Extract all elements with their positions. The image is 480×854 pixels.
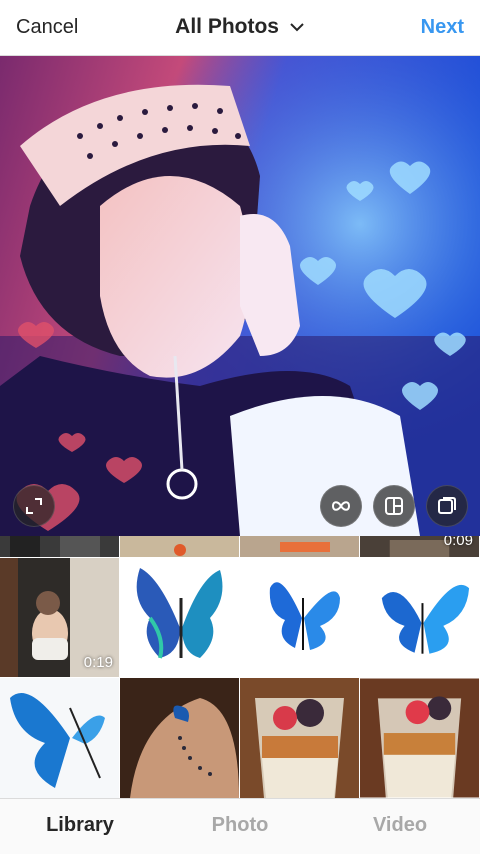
top-bar: Cancel All Photos Next (0, 0, 480, 56)
preview-image (0, 56, 480, 536)
grid-thumbnail[interactable] (0, 536, 119, 557)
boomerang-icon (331, 501, 351, 511)
mode-tab-bar: Library Photo Video (0, 798, 480, 854)
tab-library[interactable]: Library (0, 814, 160, 837)
grid-thumbnail[interactable] (240, 558, 359, 677)
grid-thumbnail-video[interactable]: 0:19 (0, 558, 119, 677)
expand-icon (26, 498, 42, 514)
album-selector[interactable]: All Photos (0, 15, 480, 39)
tab-photo[interactable]: Photo (160, 814, 320, 837)
grid-thumbnail[interactable] (360, 678, 479, 798)
grid-thumbnail[interactable] (0, 678, 119, 798)
grid-thumbnail[interactable]: 0:09 (360, 536, 479, 557)
photo-preview[interactable] (0, 56, 480, 536)
layout-icon (385, 497, 403, 515)
album-title: All Photos (175, 15, 279, 38)
grid-thumbnail[interactable] (120, 536, 239, 557)
grid-thumbnail[interactable] (360, 558, 479, 677)
grid-thumbnail[interactable] (240, 678, 359, 798)
tab-video[interactable]: Video (320, 814, 480, 837)
multi-select-icon (438, 497, 456, 514)
next-button[interactable]: Next (421, 16, 464, 39)
grid-thumbnail[interactable] (120, 678, 239, 798)
multi-select-button[interactable] (426, 485, 468, 527)
photo-grid: 0:09 0:19 (0, 536, 480, 798)
video-duration: 0:09 (443, 536, 473, 549)
boomerang-button[interactable] (320, 485, 362, 527)
expand-button[interactable] (13, 485, 55, 527)
grid-thumbnail[interactable] (120, 558, 239, 677)
video-duration: 0:19 (83, 654, 113, 671)
grid-thumbnail[interactable] (240, 536, 359, 557)
chevron-down-icon (290, 23, 304, 32)
layout-button[interactable] (373, 485, 415, 527)
